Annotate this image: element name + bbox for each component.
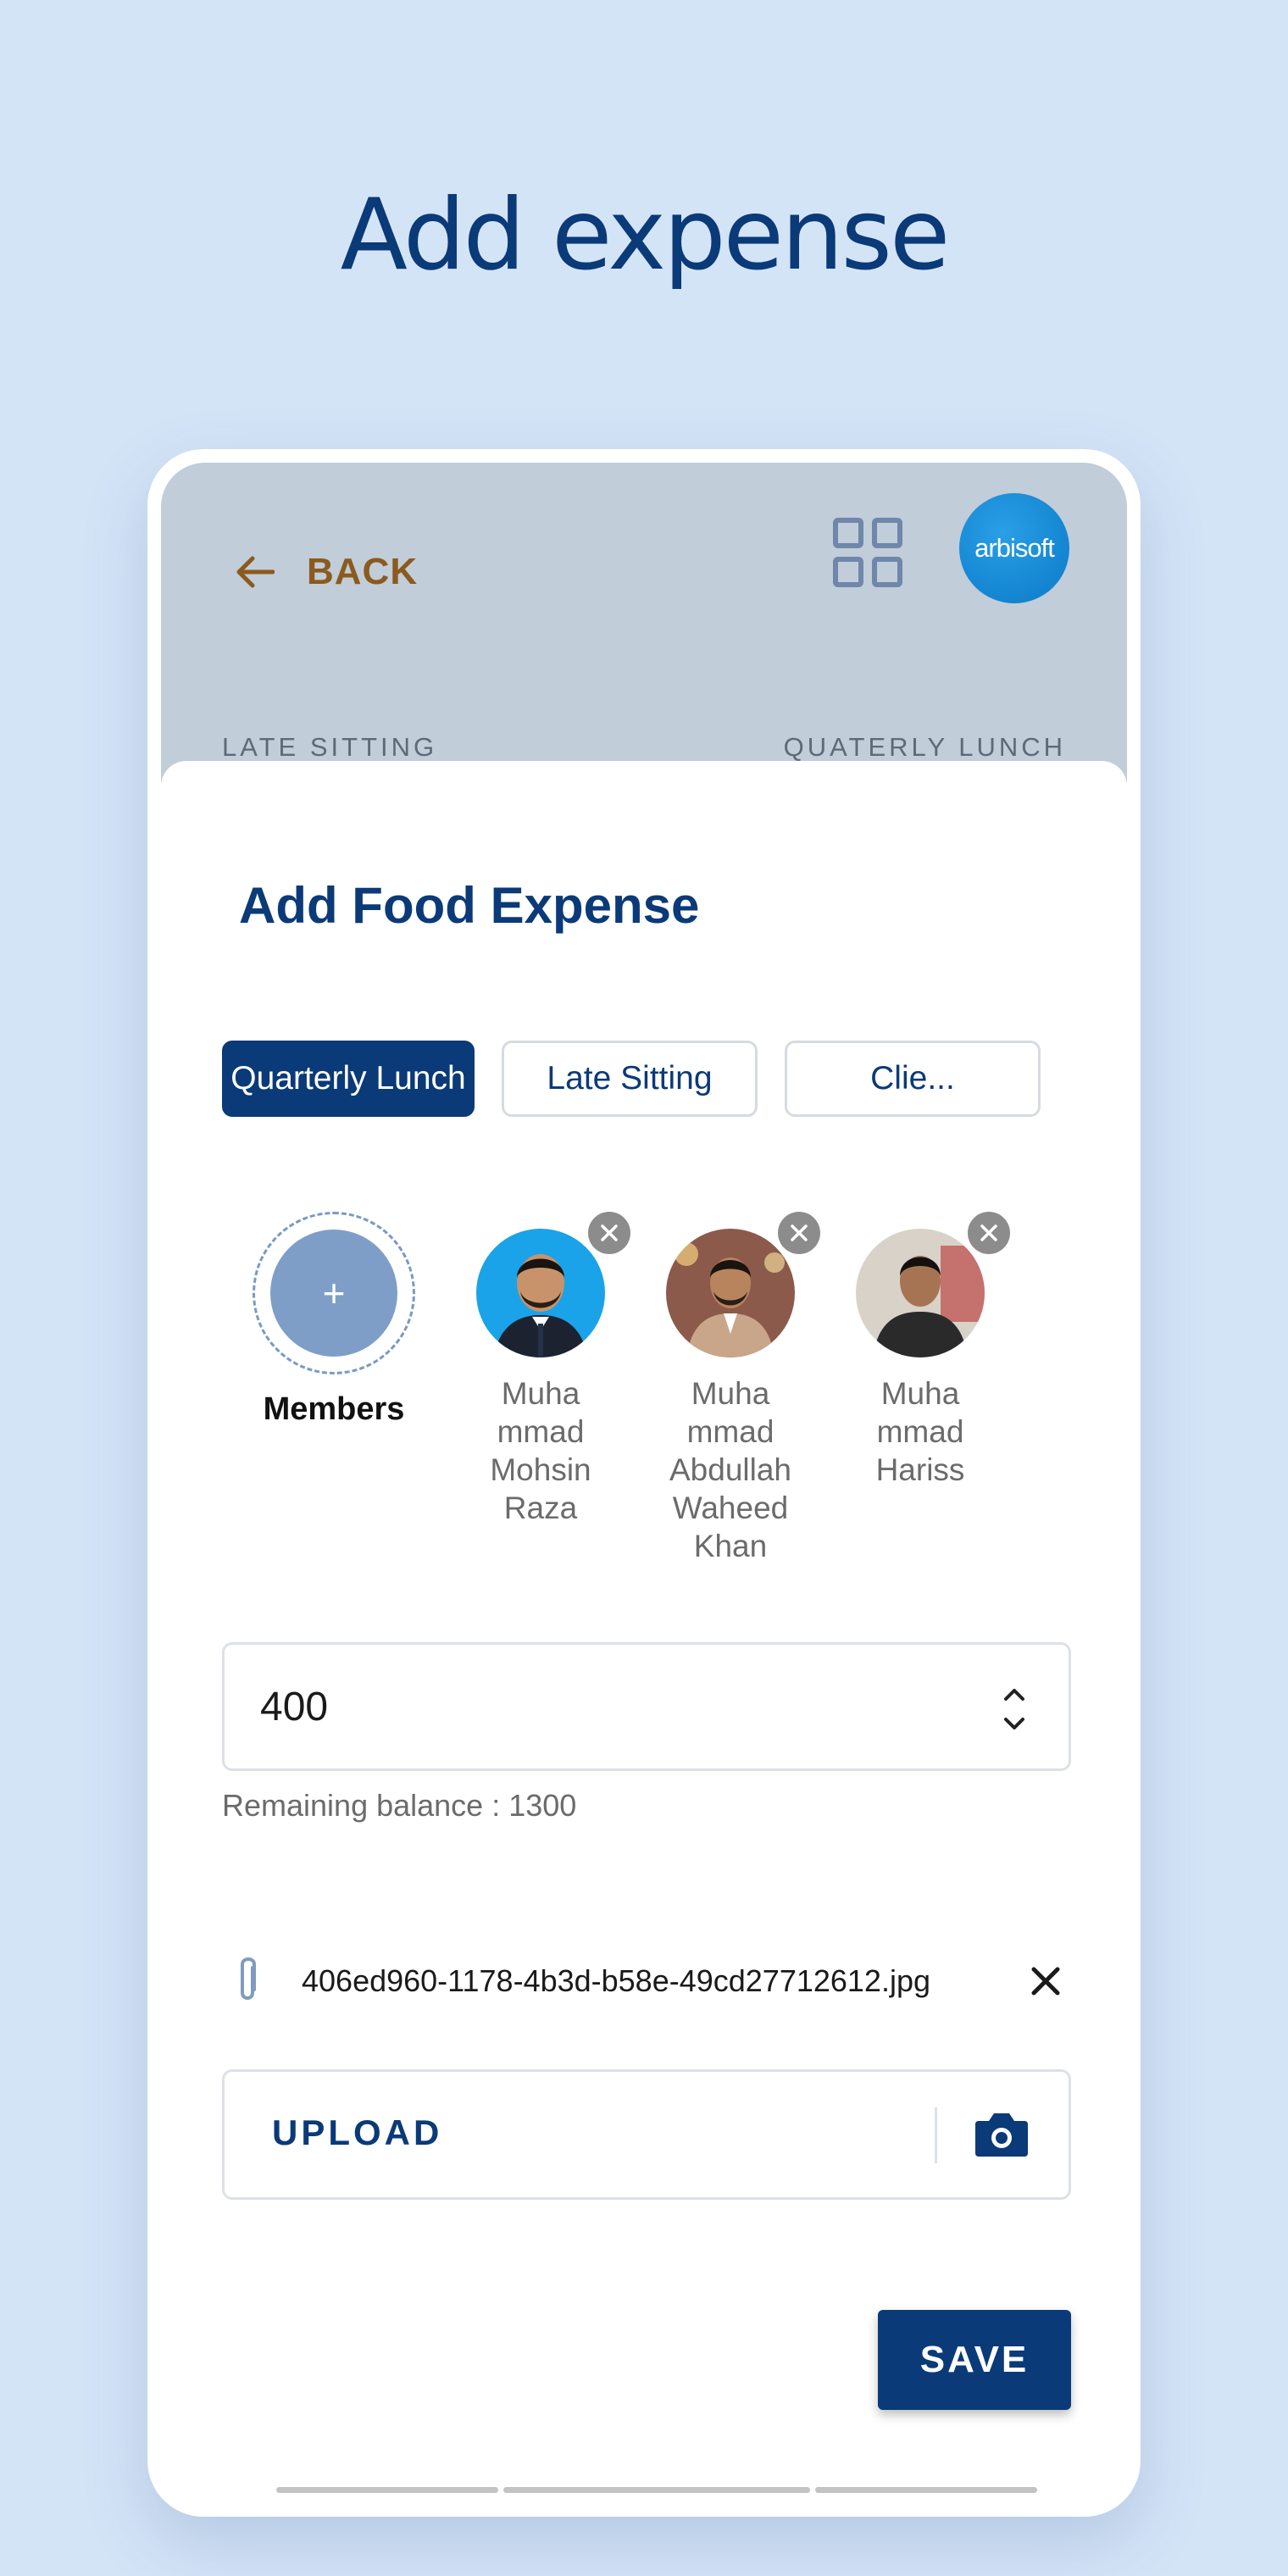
amount-input[interactable]: 400 <box>222 1642 1071 1771</box>
remove-icon <box>980 1224 997 1241</box>
avatar <box>476 1229 605 1357</box>
app-header: BACK arbisoft LATE SITTING QUATERLY LUNC… <box>161 463 1127 785</box>
remove-member-button[interactable] <box>968 1212 1010 1254</box>
back-arrow-icon <box>236 556 275 588</box>
remove-icon <box>601 1224 618 1241</box>
chip-client[interactable]: Clie... <box>785 1041 1041 1117</box>
avatar <box>856 1229 985 1357</box>
category-chips: Quarterly Lunch Late Sitting Clie... <box>222 1041 1041 1117</box>
tab-quarterly-lunch[interactable]: QUATERLY LUNCH <box>784 732 1066 763</box>
chip-quarterly-lunch[interactable]: Quarterly Lunch <box>222 1041 475 1117</box>
chevron-down-icon <box>1004 1718 1024 1729</box>
save-button[interactable]: SAVE <box>878 2310 1071 2410</box>
members-label: Members <box>263 1391 405 1427</box>
members-section: + Members Muha mmad Mohsin Raza Muha mma… <box>222 1203 1069 1593</box>
app-screen: BACK arbisoft LATE SITTING QUATERLY LUNC… <box>161 463 1127 2503</box>
plus-icon: + <box>270 1230 397 1357</box>
camera-icon[interactable] <box>974 2109 1030 2160</box>
tab-late-sitting[interactable]: LATE SITTING <box>222 732 437 763</box>
close-icon[interactable] <box>1027 1963 1064 2000</box>
member-item: Muha mmad Mohsin Raza <box>430 1212 651 1527</box>
chip-late-sitting[interactable]: Late Sitting <box>502 1041 758 1117</box>
remaining-balance: Remaining balance : 1300 <box>222 1788 577 1823</box>
page-title: Add expense <box>340 178 951 292</box>
sheet-title: Add Food Expense <box>239 877 700 934</box>
grid-icon[interactable] <box>832 517 903 588</box>
member-item: Muha mmad Hariss <box>810 1212 1030 1489</box>
member-name: Muha mmad Hariss <box>875 1376 965 1487</box>
upload-button[interactable]: UPLOAD <box>222 2069 1071 2200</box>
indicator-segment <box>503 2487 810 2493</box>
upload-divider <box>935 2107 937 2163</box>
phone-frame: BACK arbisoft LATE SITTING QUATERLY LUNC… <box>147 449 1141 2517</box>
indicator-segment <box>276 2487 498 2493</box>
chevron-up-icon <box>1004 1689 1024 1701</box>
expense-sheet: Add Food Expense Quarterly Lunch Late Si… <box>161 761 1127 2503</box>
add-member-button[interactable]: + <box>253 1212 415 1374</box>
company-logo[interactable]: arbisoft <box>959 493 1069 603</box>
attachment-row: 406ed960-1178-4b3d-b58e-49cd27712612.jpg <box>222 1947 1071 2015</box>
back-label: BACK <box>307 551 419 592</box>
upload-label: UPLOAD <box>272 2112 443 2152</box>
attachment-file-name: 406ed960-1178-4b3d-b58e-49cd27712612.jpg <box>302 1963 930 1998</box>
logo-text: arbisoft <box>974 533 1055 563</box>
paperclip-icon <box>241 1957 256 2000</box>
remove-icon <box>791 1224 808 1241</box>
member-item: Muha mmad Abdullah Waheed Khan <box>620 1212 841 1565</box>
indicator-segment <box>815 2487 1037 2493</box>
avatar <box>666 1229 795 1357</box>
member-name: Muha mmad Abdullah Waheed Khan <box>669 1376 791 1563</box>
amount-value: 400 <box>260 1684 329 1729</box>
member-name: Muha mmad Mohsin Raza <box>490 1376 591 1525</box>
bottom-indicator <box>276 2487 1037 2493</box>
quantity-stepper[interactable] <box>997 1675 1031 1743</box>
back-button[interactable]: BACK <box>234 551 418 593</box>
